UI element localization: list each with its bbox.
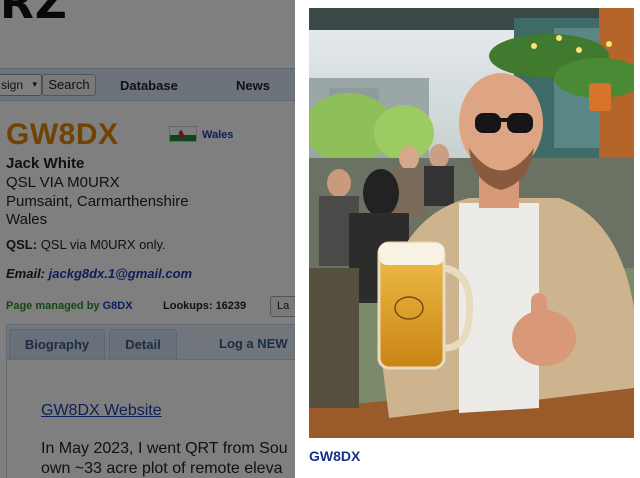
photo-of-operator-icon — [309, 8, 634, 438]
operator-photo[interactable] — [309, 8, 634, 438]
image-lightbox: GW8DX — [295, 0, 640, 478]
photo-caption: GW8DX — [309, 448, 361, 464]
